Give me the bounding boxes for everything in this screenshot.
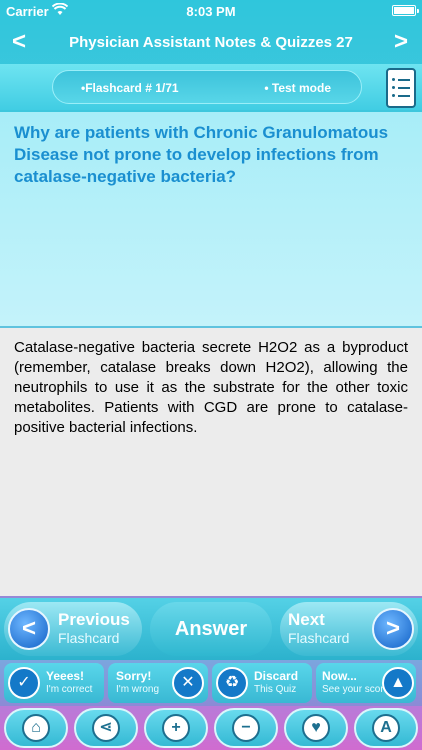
score-sublabel: See your score <box>322 684 390 695</box>
discard-label: Discard <box>254 669 299 683</box>
back-button[interactable]: < <box>12 28 26 56</box>
discard-sublabel: This Quiz <box>254 684 297 695</box>
wrong-sublabel: I'm wrong <box>116 684 160 695</box>
check-icon: ✓ <box>8 667 40 699</box>
answer-button[interactable]: Answer <box>150 602 272 656</box>
notes-button[interactable] <box>386 68 416 108</box>
wrong-label: Sorry! <box>116 669 152 683</box>
correct-button[interactable]: ✓ Yeees! I'm correct <box>4 663 104 703</box>
answer-panel: Catalase-negative bacteria secrete H2O2 … <box>0 328 422 596</box>
home-button[interactable]: ⌂ <box>4 708 68 748</box>
font-icon: A <box>372 714 400 742</box>
discard-button[interactable]: ♻ Discard This Quiz <box>212 663 312 703</box>
flashcard-counter: •Flashcard # 1/71 <box>81 81 179 95</box>
home-icon: ⌂ <box>22 714 50 742</box>
score-label: Now... <box>322 669 357 683</box>
battery-icon <box>392 5 419 16</box>
next-label: Next <box>288 610 325 629</box>
flashcard-controls: < Previous Flashcard Answer Next Flashca… <box>0 598 422 660</box>
font-button[interactable]: A <box>354 708 418 748</box>
wrong-button[interactable]: Sorry! I'm wrong ✕ <box>108 663 208 703</box>
zoom-out-button[interactable]: − <box>214 708 278 748</box>
answer-text: Catalase-negative bacteria secrete H2O2 … <box>14 339 408 436</box>
assessment-row: ✓ Yeees! I'm correct Sorry! I'm wrong ✕ … <box>0 660 422 706</box>
nav-bar: < Physician Assistant Notes & Quizzes 27… <box>0 22 422 64</box>
score-button[interactable]: Now... See your score ▲ <box>316 663 416 703</box>
clock: 8:03 PM <box>186 4 236 19</box>
chart-icon: ▲ <box>382 667 414 699</box>
recycle-icon: ♻ <box>216 667 248 699</box>
bookmark-icon: ♥ <box>302 714 330 742</box>
mode-label: • Test mode <box>264 81 331 95</box>
previous-label: Previous <box>58 610 130 629</box>
share-button[interactable]: ⋖ <box>74 708 138 748</box>
bookmark-button[interactable]: ♥ <box>284 708 348 748</box>
share-icon: ⋖ <box>92 714 120 742</box>
correct-label: Yeees! <box>46 669 85 683</box>
previous-flashcard-button[interactable]: < Previous Flashcard <box>4 602 142 656</box>
status-bar: Carrier 8:03 PM <box>0 0 422 22</box>
info-pill: •Flashcard # 1/71 • Test mode <box>52 70 362 104</box>
previous-sublabel: Flashcard <box>58 630 120 646</box>
zoom-in-icon: + <box>162 714 190 742</box>
question-panel: Why are patients with Chronic Granulomat… <box>0 112 422 326</box>
correct-sublabel: I'm correct <box>46 684 93 695</box>
zoom-out-icon: − <box>232 714 260 742</box>
zoom-in-button[interactable]: + <box>144 708 208 748</box>
page-title: Physician Assistant Notes & Quizzes 27 <box>69 34 353 51</box>
cross-icon: ✕ <box>172 667 204 699</box>
info-strip: •Flashcard # 1/71 • Test mode <box>0 64 422 110</box>
chevron-left-icon: < <box>8 608 50 650</box>
forward-button[interactable]: > <box>394 28 408 56</box>
question-text: Why are patients with Chronic Granulomat… <box>14 123 389 186</box>
next-flashcard-button[interactable]: Next Flashcard > <box>280 602 418 656</box>
chevron-right-icon: > <box>372 608 414 650</box>
next-sublabel: Flashcard <box>288 630 350 646</box>
bottom-toolbar: ⌂ ⋖ + − ♥ A <box>0 706 422 750</box>
